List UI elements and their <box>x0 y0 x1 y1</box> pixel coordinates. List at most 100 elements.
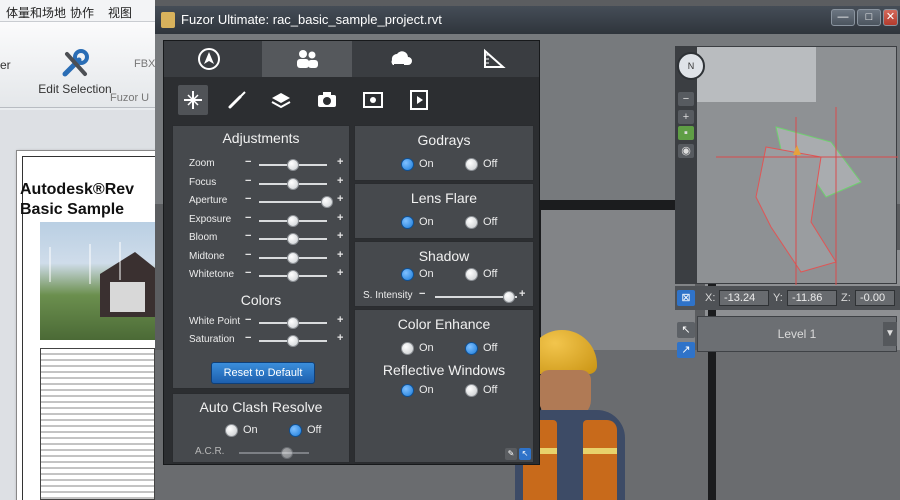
zoom-in-icon[interactable]: + <box>678 110 694 124</box>
slider-knob[interactable] <box>287 214 299 227</box>
dock-icon[interactable]: ↖ <box>519 448 531 460</box>
slider-knob[interactable] <box>287 335 299 347</box>
tab-people[interactable] <box>262 41 352 77</box>
slider-plus-icon[interactable]: + <box>337 156 343 168</box>
slider-label: Midtone <box>189 250 225 262</box>
godrays-off-radio[interactable] <box>465 158 478 171</box>
vest-stripe <box>583 448 617 454</box>
color-enhance-on-radio[interactable] <box>401 342 414 355</box>
slider-plus-icon[interactable]: + <box>337 212 343 224</box>
y-coordinate-field[interactable]: -11.86 <box>787 290 837 306</box>
sheet-title: Autodesk®Rev Basic Sample <box>20 180 134 220</box>
level-select[interactable]: Level 1 <box>697 316 897 352</box>
godrays-box: Godrays On Off <box>354 125 534 181</box>
slider-minus-icon[interactable]: − <box>245 230 251 242</box>
slider-plus-icon[interactable]: + <box>337 332 343 344</box>
godrays-on-radio[interactable] <box>401 158 414 171</box>
subtab-camera[interactable] <box>312 85 342 115</box>
color-enhance-off-radio[interactable] <box>465 342 478 355</box>
slider-plus-icon[interactable]: + <box>337 249 343 261</box>
slider-minus-icon[interactable]: − <box>245 314 251 326</box>
tab-measure[interactable] <box>449 41 539 77</box>
shadow-intensity-minus-icon[interactable]: − <box>419 288 425 300</box>
main-tabs <box>164 41 539 77</box>
shadow-intensity-knob[interactable] <box>502 291 515 303</box>
z-coordinate-field[interactable]: -0.00 <box>855 290 895 306</box>
y-label: Y: <box>773 292 783 304</box>
back-wall <box>535 200 695 350</box>
compass-icon[interactable]: N <box>677 52 705 80</box>
slider-plus-icon[interactable]: + <box>337 267 343 279</box>
maximize-button[interactable]: □ <box>857 9 881 26</box>
minimap[interactable] <box>675 46 898 285</box>
slider-minus-icon[interactable]: − <box>245 332 251 344</box>
camera-icon <box>318 92 336 107</box>
pointer-icon[interactable]: ↖ <box>677 322 695 338</box>
slider-track[interactable] <box>259 201 327 203</box>
slider-plus-icon[interactable]: + <box>337 175 343 187</box>
lens-flare-on-radio[interactable] <box>401 216 414 229</box>
fbx-label[interactable]: FBX <box>134 58 155 70</box>
shadow-off-radio[interactable] <box>465 268 478 281</box>
shadow-intensity-plus-icon[interactable]: + <box>519 288 525 300</box>
clash-off-radio[interactable] <box>289 424 302 437</box>
x-coordinate-field[interactable]: -13.24 <box>719 290 769 306</box>
subtab-screenshot[interactable] <box>358 85 388 115</box>
revit-host-window: 体量和场地 协作 视图 er Edit Selection FBX Fuzor … <box>0 0 166 500</box>
z-label: Z: <box>841 292 851 304</box>
acr-slider-knob[interactable] <box>281 447 293 459</box>
slider-minus-icon[interactable]: − <box>245 212 251 224</box>
acr-slider-track[interactable] <box>239 452 309 454</box>
slider-minus-icon[interactable]: − <box>245 156 251 168</box>
slider-knob[interactable] <box>287 159 299 171</box>
close-button[interactable]: ✕ <box>883 9 898 26</box>
subtab-directional[interactable] <box>178 85 208 115</box>
reflective-on-radio[interactable] <box>401 384 414 397</box>
slider-knob[interactable] <box>321 196 333 208</box>
reset-to-default-button[interactable]: Reset to Default <box>211 362 315 384</box>
slider-knob[interactable] <box>287 233 299 245</box>
slider-label: Exposure <box>189 213 232 225</box>
minimize-button[interactable]: — <box>831 9 855 26</box>
coordinate-lock-icon[interactable]: ⊠ <box>677 290 695 306</box>
acr-label: A.C.R. <box>195 446 225 457</box>
slider-minus-icon[interactable]: − <box>245 175 251 187</box>
chevron-down-icon[interactable]: ▼ <box>883 322 897 346</box>
slider-knob[interactable] <box>287 177 299 190</box>
tab-cloud[interactable] <box>354 41 444 77</box>
slider-plus-icon[interactable]: + <box>337 230 343 242</box>
edit-selection-label: Edit Selection <box>38 82 112 96</box>
host-menu-item[interactable]: 视图 <box>108 4 132 21</box>
shadow-intensity-label: S. Intensity <box>363 290 413 301</box>
subtab-layers[interactable] <box>266 85 296 115</box>
host-menu-item[interactable]: 体量和场地 <box>6 4 66 21</box>
lens-flare-on-label: On <box>419 216 434 228</box>
edit-selection-button[interactable]: Edit Selection <box>32 48 118 96</box>
clash-on-label: On <box>243 424 258 436</box>
slider-knob[interactable] <box>287 317 299 329</box>
slider-knob[interactable] <box>287 270 299 282</box>
tab-navigation[interactable] <box>164 41 254 77</box>
slider-minus-icon[interactable]: − <box>245 267 251 279</box>
lens-flare-off-radio[interactable] <box>465 216 478 229</box>
slider-minus-icon[interactable]: − <box>245 249 251 261</box>
slider-minus-icon[interactable]: − <box>245 193 251 205</box>
lens-flare-title: Lens Flare <box>410 190 478 206</box>
shadow-on-radio[interactable] <box>401 268 414 281</box>
subtab-brush[interactable] <box>222 85 252 115</box>
slider-knob[interactable] <box>287 251 299 264</box>
host-menu-item[interactable]: 协作 <box>70 4 94 21</box>
eye-icon[interactable]: ◉ <box>678 144 694 158</box>
pin-icon[interactable]: ✎ <box>505 448 517 460</box>
slider-plus-icon[interactable]: + <box>337 193 343 205</box>
subtab-video[interactable] <box>404 85 434 115</box>
arrow-nav-icon[interactable]: ↗ <box>677 342 695 358</box>
reflective-off-radio[interactable] <box>465 384 478 397</box>
map-layer-icon[interactable]: ▪ <box>678 126 694 140</box>
lens-flare-box: Lens Flare On Off <box>354 183 534 239</box>
slider-plus-icon[interactable]: + <box>337 314 343 326</box>
slider-label: Whitetone <box>189 269 235 280</box>
reflective-windows-title: Reflective Windows <box>382 362 506 378</box>
zoom-out-icon[interactable]: − <box>678 92 694 106</box>
clash-on-radio[interactable] <box>225 424 238 437</box>
